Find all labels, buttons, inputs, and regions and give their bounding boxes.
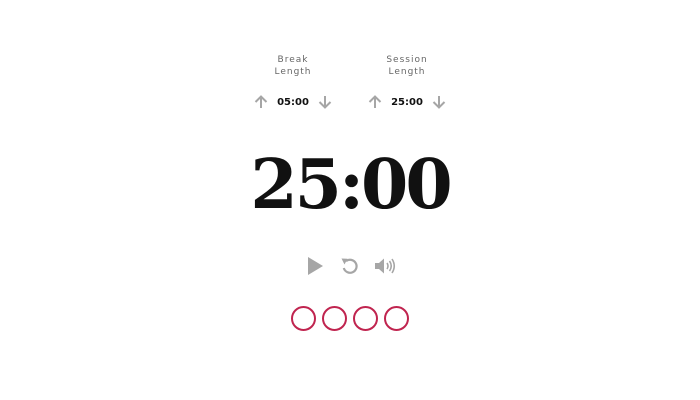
session-indicator	[322, 306, 347, 331]
volume-icon	[375, 258, 396, 274]
session-decrement-button[interactable]	[429, 92, 449, 112]
break-length-setting: Break Length 05:00	[233, 54, 353, 112]
arrow-down-icon	[318, 96, 332, 109]
break-length-label: Break Length	[233, 54, 353, 80]
play-icon	[308, 257, 323, 275]
session-length-label: Session Length	[347, 54, 467, 80]
break-label-line1: Break	[277, 55, 309, 65]
arrow-down-icon	[432, 96, 446, 109]
play-button[interactable]	[303, 254, 327, 278]
session-progress-indicators	[0, 306, 700, 331]
session-length-controls: 25:00	[347, 92, 467, 112]
session-indicator	[353, 306, 378, 331]
session-length-setting: Session Length 25:00	[347, 54, 467, 112]
reset-icon	[341, 258, 358, 274]
arrow-up-icon	[368, 95, 382, 108]
reset-button[interactable]	[338, 254, 362, 278]
break-increment-button[interactable]	[251, 92, 271, 112]
break-decrement-button[interactable]	[315, 92, 335, 112]
arrow-up-icon	[254, 95, 268, 108]
break-length-value: 05:00	[277, 96, 309, 108]
session-label-line1: Session	[386, 55, 428, 65]
session-label-line2: Length	[388, 67, 426, 77]
timer-controls	[0, 254, 700, 278]
break-label-line2: Length	[274, 67, 312, 77]
break-length-controls: 05:00	[233, 92, 353, 112]
session-indicator	[384, 306, 409, 331]
timer-display: 25:00	[250, 145, 452, 225]
session-length-value: 25:00	[391, 96, 423, 108]
sound-button[interactable]	[373, 254, 397, 278]
session-indicator	[291, 306, 316, 331]
session-increment-button[interactable]	[365, 92, 385, 112]
